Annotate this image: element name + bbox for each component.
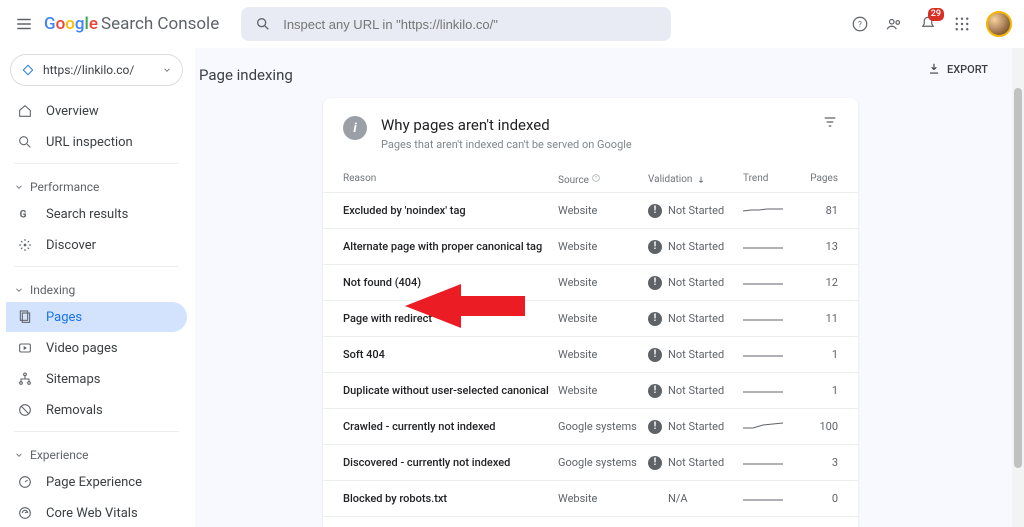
svg-text:G: G [20, 209, 27, 220]
chevron-down-icon [14, 285, 24, 295]
warning-icon: ! [648, 312, 662, 326]
warning-icon: ! [648, 456, 662, 470]
filter-icon[interactable] [822, 114, 838, 134]
warning-icon: ! [648, 348, 662, 362]
video-icon [16, 340, 34, 356]
property-selector[interactable]: https://linkilo.co/ [10, 54, 183, 86]
table-row[interactable]: Discovered - currently not indexedGoogle… [323, 444, 858, 480]
nav-removals[interactable]: Removals [6, 395, 187, 425]
download-icon [927, 62, 941, 76]
pages-icon [16, 309, 34, 325]
table-row[interactable]: Crawled - currently not indexedGoogle sy… [323, 408, 858, 444]
warning-icon: ! [648, 204, 662, 218]
section-indexing[interactable]: Indexing [6, 273, 187, 301]
notifications-badge: 29 [928, 8, 944, 21]
table-row[interactable]: Alternate page with proper canonical tag… [323, 228, 858, 264]
menu-icon[interactable] [12, 12, 36, 36]
section-performance[interactable]: Performance [6, 170, 187, 198]
sidebar: https://linkilo.co/ OverviewURL inspecti… [0, 48, 195, 527]
table-header: Reason Source ? Validation Trend Pages [323, 163, 858, 192]
users-icon[interactable] [884, 14, 904, 34]
nav-url-inspection[interactable]: URL inspection [6, 127, 187, 157]
annotation-arrow [405, 278, 525, 338]
export-button[interactable]: EXPORT [927, 62, 988, 76]
section-experience[interactable]: Experience [6, 438, 187, 466]
search-icon [255, 16, 271, 32]
nav-core-web-vitals[interactable]: Core Web Vitals [6, 498, 187, 527]
page-title: Page indexing [199, 66, 1000, 84]
scrollbar[interactable] [1012, 48, 1024, 527]
account-avatar[interactable] [986, 11, 1012, 37]
chevron-down-icon [14, 182, 24, 192]
logo: Google Search Console [44, 14, 219, 34]
property-icon [21, 63, 35, 77]
svg-text:?: ? [596, 177, 598, 182]
reasons-card: i Why pages aren't indexed Pages that ar… [323, 98, 858, 527]
warning-icon: ! [648, 384, 662, 398]
chevron-down-icon [162, 65, 172, 75]
scrollbar-thumb[interactable] [1014, 88, 1022, 468]
card-title: Why pages aren't indexed [381, 116, 632, 134]
warning-icon: ! [648, 276, 662, 290]
table-row[interactable]: Duplicate, Google chose different canoni… [323, 516, 858, 527]
cwv-icon [16, 505, 34, 521]
sort-down-icon[interactable] [696, 175, 706, 185]
url-inspect-bar[interactable] [241, 7, 671, 41]
nav-video-pages[interactable]: Video pages [6, 333, 187, 363]
table-row[interactable]: Excluded by 'noindex' tagWebsite!Not Sta… [323, 192, 858, 228]
warning-icon: ! [648, 420, 662, 434]
table-row[interactable]: Blocked by robots.txtWebsiteN/A0 [323, 480, 858, 516]
exp-icon [16, 474, 34, 490]
nav-pages[interactable]: Pages [6, 302, 187, 332]
search-icon [16, 134, 34, 150]
table-row[interactable]: Page with redirectWebsite!Not Started11 [323, 300, 858, 336]
nav-discover[interactable]: Discover [6, 230, 187, 260]
warning-icon: ! [648, 240, 662, 254]
home-icon [16, 103, 34, 119]
chevron-down-icon [14, 450, 24, 460]
nav-sitemaps[interactable]: Sitemaps [6, 364, 187, 394]
notifications-icon[interactable]: 29 [918, 14, 938, 34]
nav-search-results[interactable]: GSearch results [6, 199, 187, 229]
help-icon[interactable]: ? [850, 14, 870, 34]
help-small-icon[interactable]: ? [591, 173, 601, 183]
G-icon: G [16, 206, 34, 222]
nav-overview[interactable]: Overview [6, 96, 187, 126]
card-subtitle: Pages that aren't indexed can't be serve… [381, 138, 632, 151]
url-inspect-input[interactable] [283, 17, 657, 32]
apps-icon[interactable] [952, 14, 972, 34]
discover-icon [16, 237, 34, 253]
remove-icon [16, 402, 34, 418]
nav-page-experience[interactable]: Page Experience [6, 467, 187, 497]
table-row[interactable]: Duplicate without user-selected canonica… [323, 372, 858, 408]
sitemap-icon [16, 371, 34, 387]
info-icon: i [343, 116, 367, 140]
table-row[interactable]: Not found (404)Website!Not Started12 [323, 264, 858, 300]
svg-text:?: ? [858, 20, 862, 30]
table-row[interactable]: Soft 404Website!Not Started1 [323, 336, 858, 372]
